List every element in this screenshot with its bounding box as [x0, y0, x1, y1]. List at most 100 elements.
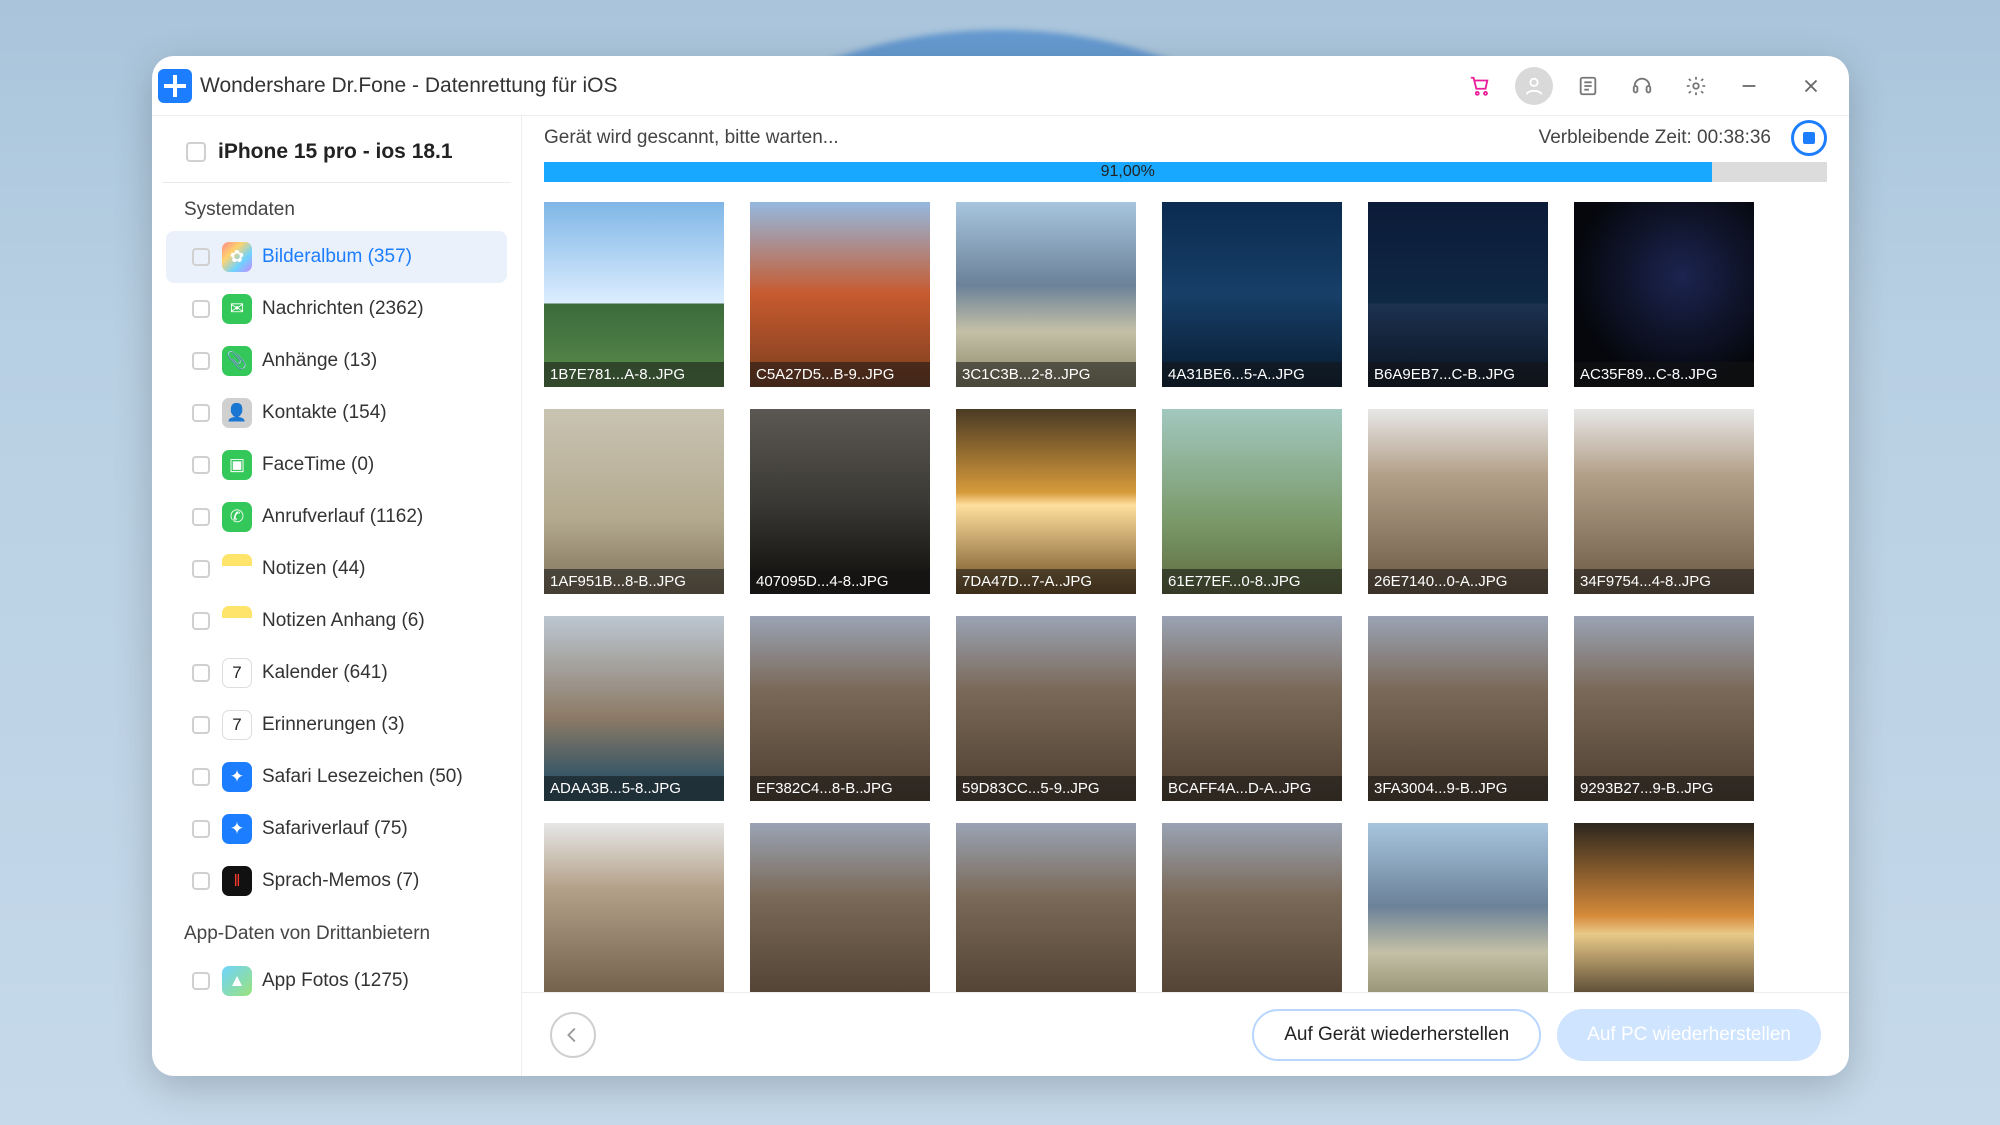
sidebar-item[interactable]: ✦Safariverlauf (75)	[166, 803, 507, 855]
sidebar-item[interactable]: 📎Anhänge (13)	[166, 335, 507, 387]
category-label: Notizen (44)	[262, 558, 366, 580]
thumbnail[interactable]: 3C1C3B...2-8..JPG	[956, 202, 1136, 387]
thumbnail-filename: 61E77EF...0-8..JPG	[1162, 569, 1342, 594]
category-label: Safariverlauf (75)	[262, 818, 408, 840]
thumbnail[interactable]: ADAA3B...5-8..JPG	[544, 616, 724, 801]
app-window: Wondershare Dr.Fone - Datenrettung für i…	[152, 56, 1849, 1076]
category-checkbox[interactable]	[192, 300, 210, 318]
thumbnail[interactable]	[956, 823, 1136, 992]
support-icon[interactable]	[1623, 67, 1661, 105]
thumbnail[interactable]: 1B7E781...A-8..JPG	[544, 202, 724, 387]
sidebar-item[interactable]: 👤Kontakte (154)	[166, 387, 507, 439]
category-checkbox[interactable]	[192, 456, 210, 474]
category-icon: 7	[222, 658, 252, 688]
sidebar-item[interactable]: Notizen (44)	[166, 543, 507, 595]
thumbnail-filename: 3FA3004...9-B..JPG	[1368, 776, 1548, 801]
sidebar-item[interactable]: ✆Anrufverlauf (1162)	[166, 491, 507, 543]
category-label: Sprach-Memos (7)	[262, 870, 419, 892]
category-label: Bilderalbum (357)	[262, 246, 412, 268]
thumbnail[interactable]: EF382C4...8-B..JPG	[750, 616, 930, 801]
sidebar-item[interactable]: ✿Bilderalbum (357)	[166, 231, 507, 283]
thumbnail-filename: C5A27D5...B-9..JPG	[750, 362, 930, 387]
thumbnail[interactable]	[1368, 823, 1548, 992]
thumbnail[interactable]: 59D83CC...5-9..JPG	[956, 616, 1136, 801]
category-icon: 7	[222, 710, 252, 740]
titlebar: Wondershare Dr.Fone - Datenrettung für i…	[152, 56, 1849, 116]
category-icon: 👤	[222, 398, 252, 428]
device-checkbox[interactable]	[186, 142, 206, 162]
main-panel: Gerät wird gescannt, bitte warten... Ver…	[522, 116, 1849, 1076]
thumbnail[interactable]: 4A31BE6...5-A..JPG	[1162, 202, 1342, 387]
thumbnail[interactable]: C5A27D5...B-9..JPG	[750, 202, 930, 387]
sidebar-item[interactable]: ▲App Fotos (1275)	[166, 955, 507, 1007]
thumbnail[interactable]: 34F9754...4-8..JPG	[1574, 409, 1754, 594]
thumbnail-image	[1368, 823, 1548, 992]
category-icon: ✆	[222, 502, 252, 532]
category-icon: 📎	[222, 346, 252, 376]
category-checkbox[interactable]	[192, 768, 210, 786]
sidebar-item[interactable]: Notizen Anhang (6)	[166, 595, 507, 647]
thumbnail-image	[544, 823, 724, 992]
thumbnail[interactable]: B6A9EB7...C-B..JPG	[1368, 202, 1548, 387]
category-label: Erinnerungen (3)	[262, 714, 405, 736]
category-checkbox[interactable]	[192, 508, 210, 526]
thumbnail[interactable]: 3FA3004...9-B..JPG	[1368, 616, 1548, 801]
thumbnail[interactable]: 61E77EF...0-8..JPG	[1162, 409, 1342, 594]
sidebar-item[interactable]: ▣FaceTime (0)	[166, 439, 507, 491]
sidebar-item[interactable]: 7 Erinnerungen (3)	[166, 699, 507, 751]
thumbnail[interactable]: BCAFF4A...D-A..JPG	[1162, 616, 1342, 801]
thumbnail-filename: 1AF951B...8-B..JPG	[544, 569, 724, 594]
thumbnail-image	[750, 409, 930, 594]
thumbnail-image	[1574, 823, 1754, 992]
thumbnail-filename: 1B7E781...A-8..JPG	[544, 362, 724, 387]
restore-to-device-button[interactable]: Auf Gerät wiederherstellen	[1252, 1009, 1541, 1061]
thumbnail[interactable]: 26E7140...0-A..JPG	[1368, 409, 1548, 594]
device-row[interactable]: iPhone 15 pro - ios 18.1	[162, 122, 511, 183]
category-checkbox[interactable]	[192, 820, 210, 838]
restore-to-pc-button[interactable]: Auf PC wiederherstellen	[1557, 1009, 1821, 1061]
thumbnail-filename: 3C1C3B...2-8..JPG	[956, 362, 1136, 387]
minimize-button[interactable]	[1721, 67, 1777, 105]
category-checkbox[interactable]	[192, 972, 210, 990]
scan-progress-percent: 91,00%	[1101, 163, 1155, 181]
back-button[interactable]	[550, 1012, 596, 1058]
cart-icon[interactable]	[1461, 67, 1499, 105]
thumbnail[interactable]	[750, 823, 930, 992]
account-icon[interactable]	[1515, 67, 1553, 105]
category-checkbox[interactable]	[192, 560, 210, 578]
thumbnail[interactable]: 407095D...4-8..JPG	[750, 409, 930, 594]
settings-icon[interactable]	[1677, 67, 1715, 105]
thumbnail-image	[1574, 409, 1754, 594]
thumbnail[interactable]: 7DA47D...7-A..JPG	[956, 409, 1136, 594]
thumbnail-image	[1368, 202, 1548, 387]
group-systemdata-label: Systemdaten	[152, 183, 521, 231]
category-checkbox[interactable]	[192, 352, 210, 370]
thumbnail[interactable]: 1AF951B...8-B..JPG	[544, 409, 724, 594]
category-checkbox[interactable]	[192, 872, 210, 890]
category-checkbox[interactable]	[192, 404, 210, 422]
feedback-icon[interactable]	[1569, 67, 1607, 105]
thumbnail-filename: 34F9754...4-8..JPG	[1574, 569, 1754, 594]
sidebar-item[interactable]: ✦Safari Lesezeichen (50)	[166, 751, 507, 803]
thumbnail[interactable]: 9293B27...9-B..JPG	[1574, 616, 1754, 801]
thumbnail-grid[interactable]: 1B7E781...A-8..JPG C5A27D5...B-9..JPG 3C1C…	[522, 192, 1849, 992]
sidebar-item[interactable]: ‖Sprach-Memos (7)	[166, 855, 507, 907]
thumbnail-image	[1368, 616, 1548, 801]
scan-progress-fill: 91,00%	[544, 162, 1712, 182]
close-button[interactable]	[1783, 67, 1839, 105]
thumbnail[interactable]	[544, 823, 724, 992]
thumbnail[interactable]	[1574, 823, 1754, 992]
category-checkbox[interactable]	[192, 716, 210, 734]
category-checkbox[interactable]	[192, 664, 210, 682]
thumbnail-filename: BCAFF4A...D-A..JPG	[1162, 776, 1342, 801]
category-checkbox[interactable]	[192, 612, 210, 630]
thumbnail-image	[750, 202, 930, 387]
thumbnail-filename: 59D83CC...5-9..JPG	[956, 776, 1136, 801]
sidebar-item[interactable]: ✉Nachrichten (2362)	[166, 283, 507, 335]
thumbnail[interactable]	[1162, 823, 1342, 992]
sidebar-item[interactable]: 7Kalender (641)	[166, 647, 507, 699]
thumbnail[interactable]: AC35F89...C-8..JPG	[1574, 202, 1754, 387]
scan-stop-button[interactable]	[1791, 120, 1827, 156]
category-checkbox[interactable]	[192, 248, 210, 266]
category-icon: ▲	[222, 966, 252, 996]
